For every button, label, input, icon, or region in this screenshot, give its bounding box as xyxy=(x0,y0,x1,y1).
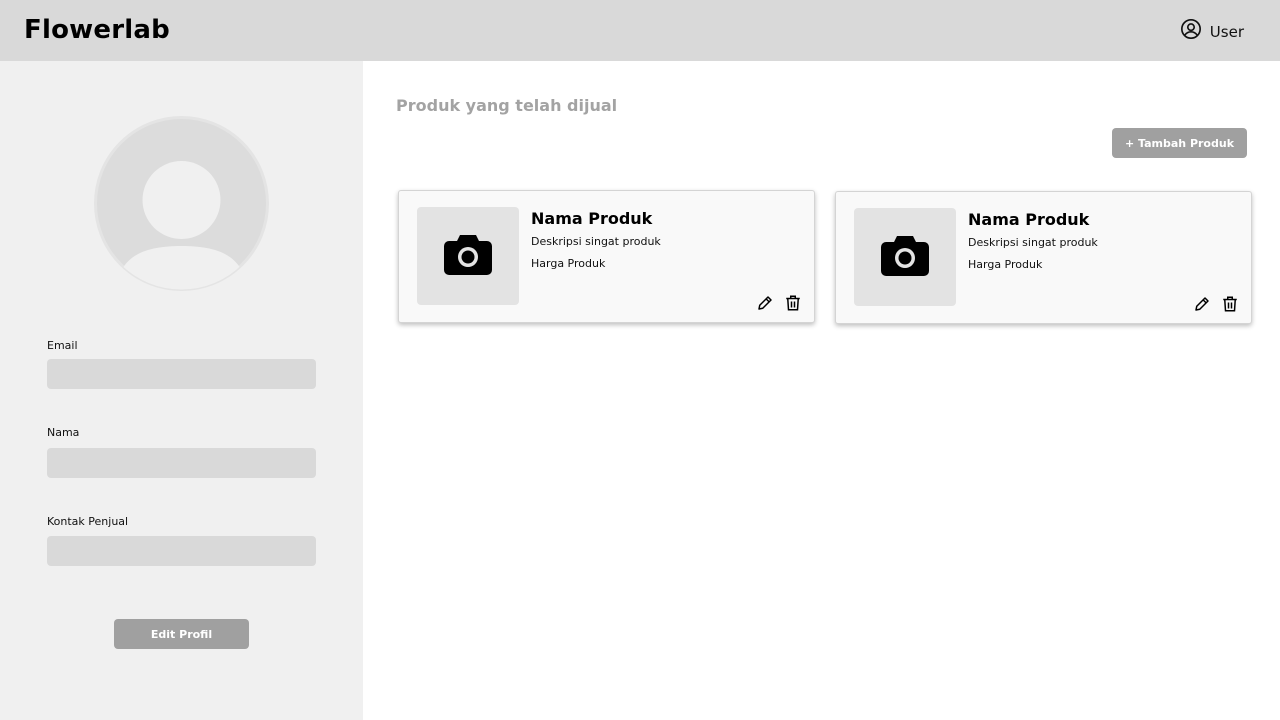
product-name: Nama Produk xyxy=(968,210,1090,229)
name-label: Nama xyxy=(47,426,80,439)
products-main: Produk yang telah dijual + Tambah Produk… xyxy=(363,61,1280,720)
edit-pencil-icon[interactable] xyxy=(1193,295,1211,313)
avatar-placeholder-icon xyxy=(94,116,269,291)
user-menu[interactable]: User xyxy=(1180,18,1244,45)
product-card[interactable]: Nama Produk Deskripsi singat produk Harg… xyxy=(398,190,815,323)
product-description: Deskripsi singat produk xyxy=(531,235,661,248)
product-actions xyxy=(756,294,802,312)
product-description: Deskripsi singat produk xyxy=(968,236,1098,249)
profile-sidebar: Email Nama Kontak Penjual Edit Profil xyxy=(0,61,363,720)
product-name: Nama Produk xyxy=(531,209,653,228)
section-title: Produk yang telah dijual xyxy=(396,96,618,115)
edit-pencil-icon[interactable] xyxy=(756,294,774,312)
app-logo[interactable]: Flowerlab xyxy=(24,15,170,45)
contact-label: Kontak Penjual xyxy=(47,515,129,528)
email-field[interactable] xyxy=(47,359,316,389)
camera-icon xyxy=(444,233,492,280)
email-label: Email xyxy=(47,339,78,352)
product-card[interactable]: Nama Produk Deskripsi singat produk Harg… xyxy=(835,191,1252,324)
product-image xyxy=(417,207,519,305)
camera-icon xyxy=(881,234,929,281)
edit-profile-button[interactable]: Edit Profil xyxy=(114,619,249,649)
trash-icon[interactable] xyxy=(784,294,802,312)
trash-icon[interactable] xyxy=(1221,295,1239,313)
top-navbar: Flowerlab User xyxy=(0,0,1280,61)
product-image xyxy=(854,208,956,306)
add-product-button[interactable]: + Tambah Produk xyxy=(1112,128,1247,158)
product-actions xyxy=(1193,295,1239,313)
product-price: Harga Produk xyxy=(968,258,1043,271)
user-label: User xyxy=(1209,22,1244,41)
product-price: Harga Produk xyxy=(531,257,606,270)
contact-field[interactable] xyxy=(47,536,316,566)
name-field[interactable] xyxy=(47,448,316,478)
user-circle-icon xyxy=(1180,18,1202,45)
